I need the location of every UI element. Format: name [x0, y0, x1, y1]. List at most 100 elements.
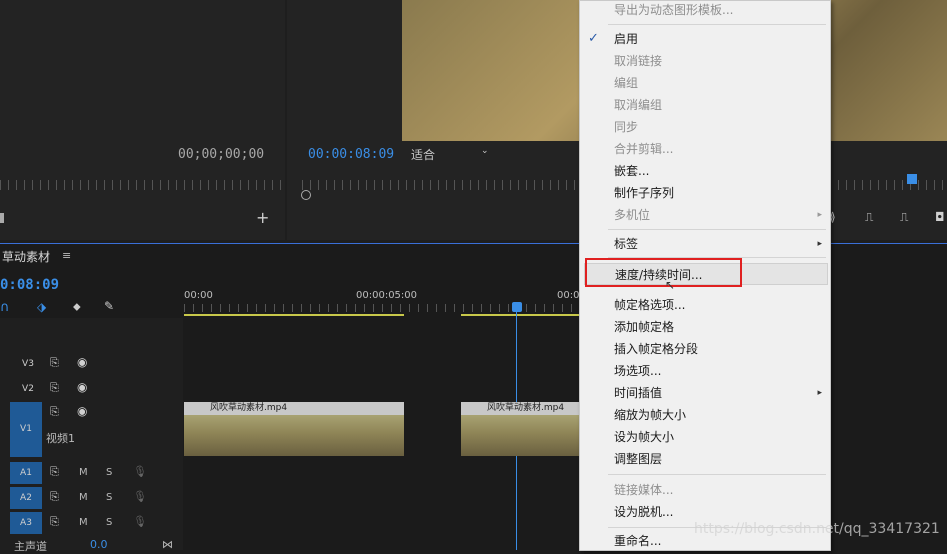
track-v2-label[interactable]: V2 — [12, 378, 44, 400]
source-ruler[interactable] — [0, 180, 285, 190]
track-v1-label[interactable]: V1 — [10, 418, 42, 440]
submenu-arrow-icon: ▸ — [817, 239, 822, 249]
add-button-icon[interactable]: + — [256, 208, 269, 227]
menu-item-link-media[interactable]: 链接媒体... — [580, 479, 830, 501]
track-v3-header: V3 ⎘ ◉ — [0, 353, 183, 377]
menu-item-label: 编组 — [614, 76, 639, 90]
menu-item-nest[interactable]: 嵌套... — [580, 160, 830, 182]
menu-item-export-mogrt[interactable]: 导出为动态图形模板... — [580, 0, 830, 21]
menu-item-enable[interactable]: ✓ 启用 — [580, 28, 830, 50]
ruler-label-2: 00:0 — [557, 290, 580, 301]
video-clip[interactable]: 风吹草动素材.mp4 — [184, 402, 404, 456]
master-track-end-icon[interactable]: ⋈ — [162, 538, 173, 551]
add-marker-icon[interactable]: ⬥ — [73, 300, 81, 314]
track-a1-mic-icon[interactable]: 🎙 — [133, 465, 147, 478]
menu-item-frame-hold-options[interactable]: 帧定格选项... — [580, 294, 830, 316]
submenu-arrow-icon: ▸ — [817, 210, 822, 220]
menu-item-label: 启用 — [614, 32, 639, 46]
track-a3-mute[interactable]: M — [79, 517, 88, 528]
track-a1-mute[interactable]: M — [79, 467, 88, 478]
track-a2-sync-icon[interactable]: ⎘ — [50, 490, 59, 504]
track-v1-name: 视频1 — [46, 432, 75, 445]
menu-item-label: 嵌套... — [614, 164, 650, 178]
master-track-value[interactable]: 0.0 — [90, 538, 108, 551]
export-frame-icon[interactable]: ◘ — [935, 210, 945, 224]
highlight-annotation-box — [585, 258, 742, 287]
playhead-handle[interactable] — [512, 302, 522, 312]
fit-select-value: 适合 — [411, 148, 436, 162]
menu-item-label: 设为帧大小 — [614, 430, 675, 444]
source-monitor: 00;00;00;00 + — [0, 0, 285, 240]
program-timecode[interactable]: 00:00:08:09 — [308, 147, 394, 162]
menu-item-add-frame-hold[interactable]: 添加帧定格 — [580, 316, 830, 338]
track-a3-mic-icon[interactable]: 🎙 — [133, 515, 147, 528]
menu-item-insert-frame-hold[interactable]: 插入帧定格分段 — [580, 338, 830, 360]
menu-item-label: 多机位 — [614, 208, 651, 222]
lift-icon[interactable]: ⎍ — [865, 210, 873, 225]
menu-item-unlink[interactable]: 取消链接 — [580, 50, 830, 72]
track-v2-sync-icon[interactable]: ⎘ — [50, 381, 59, 395]
menu-item-label: 同步 — [614, 120, 639, 134]
master-track-label: 主声道 — [14, 540, 47, 553]
menu-item-label: 添加帧定格 — [614, 320, 675, 334]
menu-separator — [608, 229, 826, 230]
menu-item-ungroup[interactable]: 取消编组 — [580, 94, 830, 116]
track-a2-header: A2 ⎘ M S 🎙 — [0, 487, 183, 511]
track-a1-sync-icon[interactable]: ⎘ — [50, 465, 59, 479]
ruler-label-1: 00:00:05:00 — [356, 290, 418, 301]
video-clip[interactable]: 风吹草动素材.mp4 — [461, 402, 579, 456]
watermark-text: https://blog.csdn.net/qq_33417321 — [694, 521, 940, 537]
track-v3-eye-icon[interactable]: ◉ — [77, 355, 87, 369]
menu-item-time-interpolation[interactable]: 时间插值 ▸ — [580, 382, 830, 404]
track-a3-solo[interactable]: S — [106, 517, 112, 528]
menu-item-label-submenu[interactable]: 标签 ▸ — [580, 233, 830, 255]
panel-menu-icon[interactable]: ≡ — [62, 249, 71, 262]
linked-selection-icon[interactable]: ⬗ — [37, 300, 46, 314]
track-a3-sync-icon[interactable]: ⎘ — [50, 515, 59, 529]
clip-thumbnail — [184, 415, 404, 456]
track-v2-header: V2 ⎘ ◉ — [0, 378, 183, 402]
track-v3-sync-icon[interactable]: ⎘ — [50, 356, 59, 370]
check-icon: ✓ — [588, 31, 599, 46]
track-v1-eye-icon[interactable]: ◉ — [77, 404, 87, 418]
menu-item-scale-to-frame[interactable]: 缩放为帧大小 — [580, 404, 830, 426]
menu-item-make-subsequence[interactable]: 制作子序列 — [580, 182, 830, 204]
timeline-timecode[interactable]: 0:08:09 — [0, 277, 59, 293]
menu-separator — [608, 24, 826, 25]
timeline-tab-title[interactable]: 草动素材 — [2, 248, 50, 265]
track-v3-label[interactable]: V3 — [12, 353, 44, 375]
track-a3-header: A3 ⎘ M S 🎙 — [0, 512, 183, 536]
snap-icon[interactable]: ∩ — [0, 300, 12, 315]
menu-item-field-options[interactable]: 场选项... — [580, 360, 830, 382]
track-a2-mute[interactable]: M — [79, 492, 88, 503]
chevron-down-icon: ⌄ — [481, 146, 489, 156]
menu-separator — [608, 474, 826, 475]
track-a1-label[interactable]: A1 — [10, 462, 42, 484]
track-a2-solo[interactable]: S — [106, 492, 112, 503]
menu-item-group[interactable]: 编组 — [580, 72, 830, 94]
extract-icon[interactable]: ⎍ — [900, 210, 908, 225]
menu-item-synchronize[interactable]: 同步 — [580, 116, 830, 138]
track-a3-label[interactable]: A3 — [10, 512, 42, 534]
track-v2-eye-icon[interactable]: ◉ — [77, 380, 87, 394]
fit-select[interactable]: 适合 ⌄ — [411, 146, 491, 162]
work-area-bar-1[interactable] — [184, 314, 404, 316]
program-in-point-icon[interactable] — [301, 190, 311, 200]
menu-item-label: 合并剪辑... — [614, 142, 674, 156]
track-a2-mic-icon[interactable]: 🎙 — [133, 490, 147, 503]
track-v1-sync-icon[interactable]: ⎘ — [50, 405, 59, 419]
track-a2-label[interactable]: A2 — [10, 487, 42, 509]
menu-item-set-to-frame[interactable]: 设为帧大小 — [580, 426, 830, 448]
menu-item-label: 标签 — [614, 237, 639, 251]
source-timecode: 00;00;00;00 — [178, 147, 265, 162]
menu-item-merge-clips[interactable]: 合并剪辑... — [580, 138, 830, 160]
work-area-bar-2[interactable] — [461, 314, 579, 316]
wrench-icon[interactable]: ✎ — [104, 299, 114, 313]
track-a1-solo[interactable]: S — [106, 467, 112, 478]
mouse-cursor-icon: ↖ — [665, 278, 676, 292]
program-playhead-marker[interactable] — [907, 174, 917, 184]
menu-item-multicam[interactable]: 多机位 ▸ — [580, 204, 830, 226]
menu-item-adjustment-layer[interactable]: 调整图层 — [580, 448, 830, 470]
menu-item-label: 制作子序列 — [614, 186, 675, 200]
menu-item-make-offline[interactable]: 设为脱机... — [580, 501, 830, 523]
